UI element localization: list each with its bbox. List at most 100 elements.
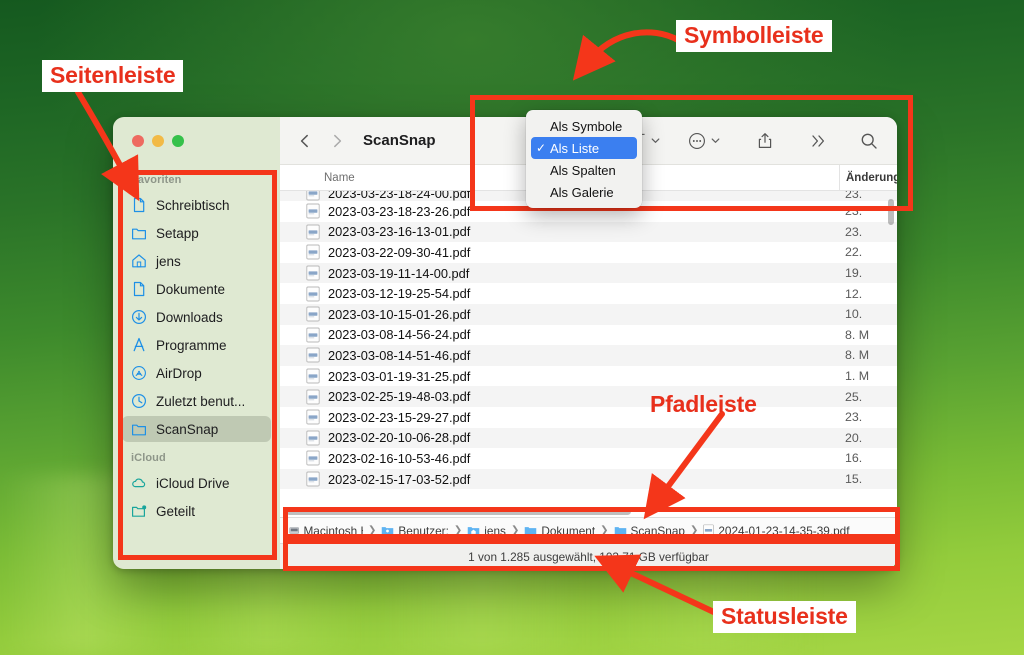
- pdf-file-icon: [306, 286, 320, 302]
- breadcrumb-label: Benutzer:: [398, 523, 449, 538]
- breadcrumb-item[interactable]: Benutzer:: [381, 524, 449, 538]
- folder-icon: [525, 527, 537, 535]
- breadcrumb-separator: ❯: [689, 525, 699, 536]
- pdf-file-icon: [306, 368, 320, 384]
- file-name: 2023-02-20-10-06-28.pdf: [328, 430, 471, 446]
- ellipsis-circle-glyph: [689, 132, 705, 149]
- document-icon: [133, 197, 145, 213]
- file-list[interactable]: 2023-03-23-18-24-00.pdf 23. 2023-03-23-18-…: [280, 191, 897, 517]
- pdf-file-icon: [306, 327, 320, 343]
- pdf-file-icon: [306, 224, 320, 240]
- menu-item-als-spalten[interactable]: Als Spalten: [531, 159, 637, 181]
- users-folder-icon: [382, 527, 394, 535]
- file-row[interactable]: 2023-03-22-09-30-41.pdf 22.: [280, 242, 897, 263]
- more-options-icon[interactable]: [683, 127, 711, 155]
- file-name: 2023-03-22-09-30-41.pdf: [328, 244, 471, 260]
- view-options-menu[interactable]: Als Symbole ✓ Als Liste Als Spalten Als …: [526, 110, 642, 208]
- file-row[interactable]: 2023-03-12-19-25-54.pdf 12.: [280, 283, 897, 304]
- menu-check-mark: ✓: [536, 141, 547, 155]
- pdf-file-icon: [306, 450, 320, 466]
- menu-item-label: Als Liste: [550, 140, 600, 156]
- file-modified: 25.: [845, 389, 863, 404]
- sidebar-item-jens[interactable]: jens: [122, 248, 271, 274]
- pdf-file-icon: [306, 265, 320, 281]
- file-modified: 16.: [845, 451, 863, 466]
- file-row[interactable]: 2023-03-19-11-14-00.pdf 19.: [280, 262, 897, 284]
- file-row[interactable]: 2023-03-08-14-51-46.pdf 8. M: [280, 345, 897, 366]
- annotation-label-seitenleiste: Seitenleiste: [42, 60, 184, 92]
- file-row[interactable]: 2023-03-01-19-31-25.pdf 1. M: [280, 366, 897, 387]
- horizontal-scrollbar[interactable]: [286, 508, 631, 515]
- file-row[interactable]: 2023-02-23-15-29-27.pdf 23.: [280, 407, 897, 428]
- breadcrumb-item[interactable]: Dokument: [524, 524, 595, 538]
- file-name: 2023-03-10-15-01-26.pdf: [328, 306, 471, 322]
- sidebar-item-label: iCloud Drive: [156, 475, 230, 491]
- chevron-left-icon: [300, 134, 308, 147]
- menu-item-als-liste[interactable]: ✓ Als Liste: [531, 137, 637, 159]
- search-button[interactable]: [855, 127, 883, 155]
- file-modified: 8. M: [845, 348, 870, 363]
- airdrop-icon: [132, 366, 146, 380]
- annotation-label-statusleiste: Statusleiste: [713, 601, 856, 633]
- sidebar-item-setapp[interactable]: Setapp: [122, 220, 271, 246]
- sidebar-item-icloud-drive[interactable]: iCloud Drive: [122, 470, 271, 496]
- chevron-right-icon: [334, 134, 342, 147]
- file-name: 2023-03-23-16-13-01.pdf: [328, 224, 471, 240]
- file-row[interactable]: 2023-02-25-19-48-03.pdf 25.: [280, 386, 897, 407]
- file-row[interactable]: 2023-03-23-16-13-01.pdf 23.: [280, 221, 897, 243]
- sidebar-item-label: AirDrop: [156, 365, 202, 381]
- toolbar-overflow-button[interactable]: [805, 127, 833, 155]
- menu-item-als-symbole[interactable]: Als Symbole: [531, 115, 637, 137]
- home-folder-icon: [468, 527, 480, 535]
- status-bar: 1 von 1.285 ausgewählt, 103,71 GB verfüg…: [280, 543, 897, 569]
- pdf-file-icon: [306, 245, 320, 260]
- folder-icon: [132, 228, 146, 240]
- sidebar-item-zuletzt-benutzt[interactable]: Zuletzt benut...: [122, 388, 271, 414]
- file-name: 2023-03-19-11-14-00.pdf: [328, 265, 470, 281]
- chevron-down-icon[interactable]: [650, 135, 661, 146]
- back-button[interactable]: [291, 127, 319, 155]
- apps-icon: [133, 337, 145, 352]
- breadcrumb-separator: ❯: [600, 525, 609, 536]
- breadcrumb-item[interactable]: 2024-01-23-14-35-39.pdf: [703, 524, 850, 538]
- file-name: 2023-03-23-18-23-26.pdf: [328, 203, 471, 219]
- path-bar[interactable]: Macintosh HD ❯ Benutzer: ❯ jens ❯ Dokument ❯ Sca…: [280, 517, 897, 543]
- breadcrumb-item[interactable]: Macintosh HD: [289, 524, 363, 538]
- pdf-file-icon: [306, 348, 320, 363]
- home-icon: [132, 254, 146, 268]
- column-header-name[interactable]: Name: [280, 172, 355, 184]
- file-name: 2023-02-25-19-48-03.pdf: [328, 389, 471, 405]
- search-icon: [861, 133, 877, 149]
- file-row[interactable]: 2023-03-08-14-56-24.pdf 8. M: [280, 325, 897, 346]
- sidebar-item-airdrop[interactable]: AirDrop: [122, 360, 271, 386]
- file-row[interactable]: 2023-03-10-15-01-26.pdf 10.: [280, 303, 897, 325]
- pdf-file-icon: [306, 409, 320, 425]
- sidebar-item-geteilt[interactable]: Geteilt: [122, 498, 271, 524]
- breadcrumb-separator: ❯: [368, 525, 377, 536]
- sidebar-item-programme[interactable]: Programme: [122, 332, 271, 358]
- file-modified: 15.: [845, 472, 863, 487]
- breadcrumb-item[interactable]: ScanSnap: [614, 524, 685, 538]
- file-row[interactable]: 2023-02-16-10-53-46.pdf 16.: [280, 448, 897, 469]
- menu-item-als-galerie[interactable]: Als Galerie: [531, 181, 637, 203]
- sidebar-item-scansnap[interactable]: ScanSnap: [122, 416, 271, 442]
- harddisk-icon: [289, 527, 300, 534]
- forward-button[interactable]: [323, 127, 351, 155]
- vertical-scrollbar[interactable]: [888, 199, 894, 225]
- sidebar-section-icloud: iCloud: [131, 452, 166, 464]
- file-modified: 1. M: [845, 369, 870, 384]
- share-button[interactable]: [751, 127, 779, 155]
- sidebar-item-dokumente[interactable]: Dokumente: [122, 276, 271, 302]
- file-modified: 12.: [845, 286, 863, 301]
- sidebar-item-downloads[interactable]: Downloads: [122, 304, 271, 330]
- breadcrumb-item[interactable]: jens: [467, 524, 506, 538]
- file-row[interactable]: 2023-02-15-17-03-52.pdf 15.: [280, 468, 897, 490]
- sidebar-item-label: Geteilt: [156, 503, 196, 519]
- column-header-modified[interactable]: Änderungsdatum: [839, 165, 897, 190]
- chevron-down-icon[interactable]: [710, 135, 721, 146]
- more-options-control[interactable]: [683, 127, 721, 155]
- arrow-to-sidebar: [75, 89, 140, 202]
- file-modified: 23.: [845, 410, 863, 425]
- menu-item-label: Als Galerie: [550, 184, 614, 200]
- file-row[interactable]: 2023-02-20-10-06-28.pdf 20.: [280, 427, 897, 449]
